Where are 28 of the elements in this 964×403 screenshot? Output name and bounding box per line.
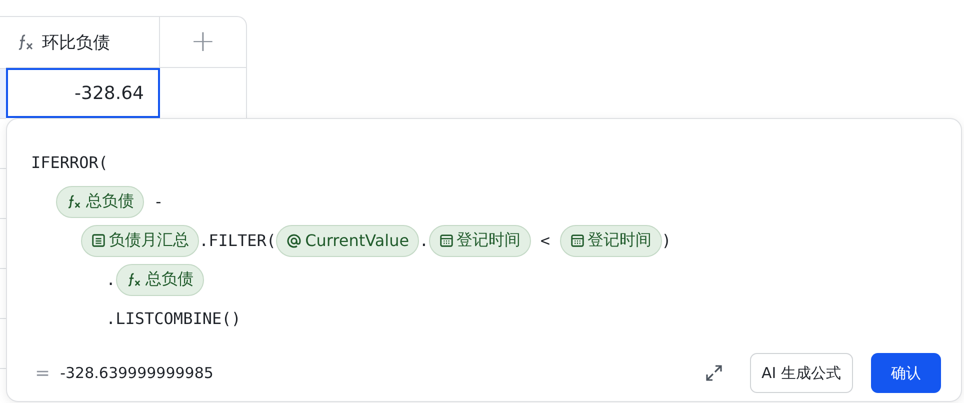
table-cell[interactable]: -328.64	[6, 68, 160, 118]
formula-text: .FILTER(	[199, 231, 276, 250]
field-token[interactable]: 登记时间	[428, 224, 531, 256]
column-title: 环比负债	[42, 32, 110, 54]
formula-text: <	[539, 231, 551, 250]
calendar-icon	[570, 233, 585, 248]
field-token[interactable]: 负债月汇总	[81, 224, 199, 256]
at-icon	[286, 232, 302, 248]
field-token[interactable]: 总负债	[116, 264, 204, 296]
confirm-button[interactable]: 确认	[871, 353, 941, 393]
formula-icon	[126, 271, 143, 288]
formula-text: .	[419, 231, 429, 250]
calendar-icon	[438, 233, 454, 248]
column-header[interactable]: 环比负债	[6, 17, 160, 68]
field-token[interactable]: CurrentValue	[276, 224, 420, 256]
formula-text: -	[152, 192, 164, 211]
formula-text: .LISTCOMBINE()	[106, 309, 241, 328]
field-token[interactable]: 总负债	[56, 186, 144, 218]
formula-icon	[66, 193, 83, 210]
result-value: -328.639999999985	[60, 364, 214, 382]
formula-text: )	[662, 231, 672, 250]
field-token[interactable]: 登记时间	[560, 224, 662, 256]
table-icon	[91, 233, 106, 248]
ai-generate-button[interactable]: AI 生成公式	[750, 353, 853, 393]
formula-text: IFERROR(	[31, 153, 108, 172]
formula-text: .	[106, 270, 116, 289]
expand-icon[interactable]	[704, 363, 724, 383]
equals-sign: =	[35, 362, 50, 384]
